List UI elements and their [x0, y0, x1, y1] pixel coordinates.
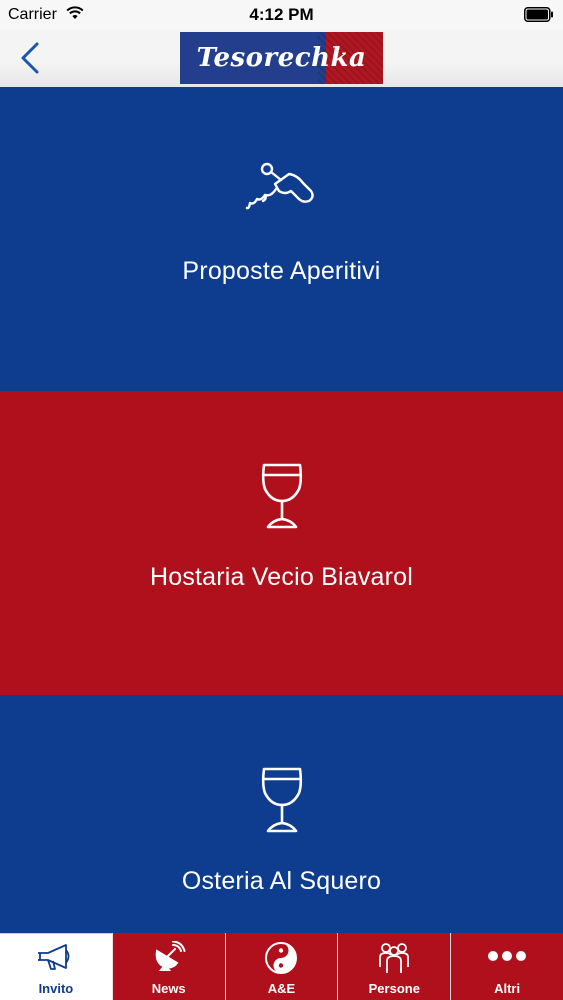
- tile-hostaria-vecio-biavarol[interactable]: Hostaria Vecio Biavarol: [0, 391, 563, 695]
- tile-label: Osteria Al Squero: [181, 867, 382, 895]
- tab-altri[interactable]: Altri: [450, 933, 563, 1000]
- tab-invito[interactable]: Invito: [0, 933, 112, 1000]
- corkscrew-icon: [0, 161, 563, 231]
- wine-glass-icon: [0, 461, 563, 531]
- tab-news[interactable]: News: [111, 933, 225, 1000]
- tab-label: Altri: [494, 981, 521, 996]
- tab-label: News: [151, 981, 186, 996]
- navigation-bar: Tesorechka: [0, 30, 563, 87]
- tile-label: Hostaria Vecio Biavarol: [149, 563, 414, 591]
- more-dots-icon: [451, 949, 563, 963]
- app-logo: Tesorechka: [180, 32, 383, 84]
- logo-text: Tesorechka: [196, 43, 367, 73]
- megaphone-icon: [0, 942, 112, 972]
- satellite-dish-icon: [113, 941, 225, 973]
- tab-persone[interactable]: Persone: [337, 933, 450, 1000]
- tile-proposte-aperitivi[interactable]: Proposte Aperitivi: [0, 87, 563, 391]
- chevron-left-icon: [14, 42, 50, 80]
- back-button[interactable]: [14, 40, 50, 76]
- people-icon: [338, 941, 450, 975]
- wine-glass-icon: [0, 765, 563, 835]
- tile-label: Proposte Aperitivi: [182, 257, 381, 285]
- battery-icon: [524, 7, 554, 27]
- tab-bar: Invito News A&E Persone Altri: [0, 933, 563, 1000]
- tab-label: Invito: [38, 981, 74, 996]
- clock-time: 4:12 PM: [249, 5, 314, 24]
- tab-label: A&E: [267, 981, 296, 996]
- tile-osteria-al-squero[interactable]: Osteria Al Squero: [0, 695, 563, 933]
- tab-a-e[interactable]: A&E: [224, 933, 338, 1000]
- status-bar: Carrier 4:12 PM: [0, 0, 563, 30]
- tab-label: Persone: [368, 981, 420, 996]
- yin-yang-icon: [226, 941, 338, 975]
